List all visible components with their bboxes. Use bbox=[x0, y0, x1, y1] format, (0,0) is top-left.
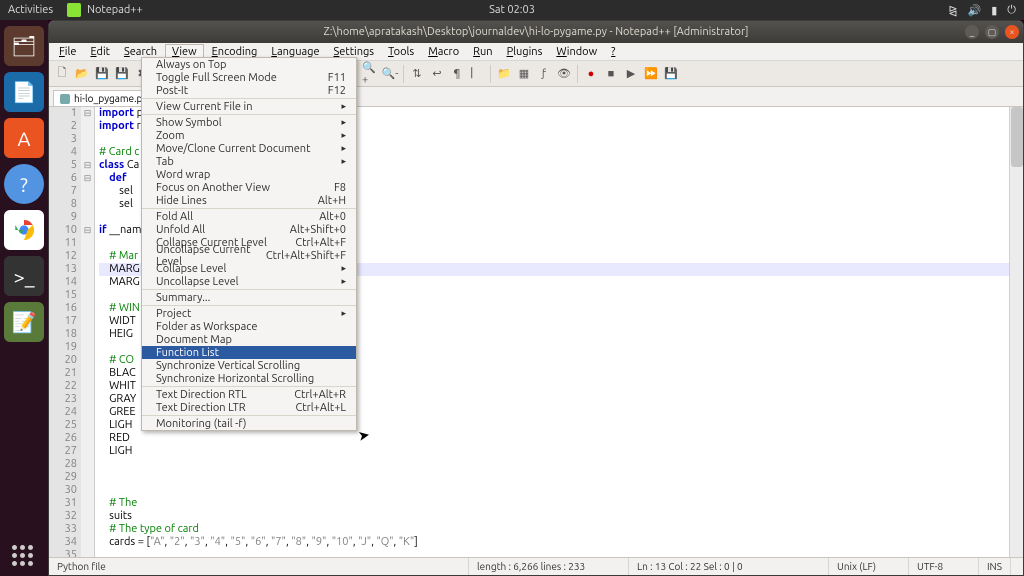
battery-icon[interactable]: ▮ bbox=[991, 4, 997, 17]
save-macro-icon[interactable]: 💾 bbox=[662, 65, 680, 83]
zoom-out-icon[interactable]: 🔍- bbox=[381, 65, 399, 83]
record-macro-icon[interactable]: ● bbox=[582, 65, 600, 83]
scrollbar-thumb[interactable] bbox=[1011, 107, 1023, 167]
launcher-chrome[interactable] bbox=[4, 210, 44, 250]
network-icon[interactable]: ⧎ bbox=[948, 4, 957, 17]
monitor-icon[interactable]: 👁 bbox=[555, 65, 573, 83]
status-eol: Unix (LF) bbox=[829, 558, 909, 575]
gnome-topbar: Activities Notepad++ Sat 02:03 ⧎ 🔊 ▮ ⏻ bbox=[0, 0, 1024, 20]
view-menu-view-current-file-in[interactable]: View Current File in▸ bbox=[142, 100, 356, 113]
power-icon[interactable]: ⏻ bbox=[1007, 4, 1016, 17]
window-title: Z:\home\apratakash\Desktop\journaldev\hi… bbox=[324, 26, 749, 38]
menu-tools[interactable]: Tools bbox=[382, 45, 420, 59]
launcher-software[interactable]: A bbox=[4, 118, 44, 158]
tab-label: hi-lo_pygame.py bbox=[74, 93, 147, 104]
menu-run[interactable]: Run bbox=[467, 45, 498, 59]
status-length: length : 6,266 lines : 233 bbox=[469, 558, 629, 575]
line-gutter: 1234567891011121314151617181920212223242… bbox=[49, 107, 81, 557]
doc-map-icon[interactable]: ▦ bbox=[515, 65, 533, 83]
func-list-icon[interactable]: ƒ bbox=[535, 65, 553, 83]
view-menu-move-clone-current-document[interactable]: Move/Clone Current Document▸ bbox=[142, 142, 356, 155]
view-menu-unfold-all[interactable]: Unfold AllAlt+Shift+0 bbox=[142, 223, 356, 236]
topbar-app-name[interactable]: Notepad++ bbox=[87, 4, 143, 16]
launcher: 🗂 📄 A ? >_ 📝 bbox=[0, 20, 48, 576]
view-menu-always-on-top[interactable]: Always on Top bbox=[142, 58, 356, 71]
folder-workspace-icon[interactable]: 📁 bbox=[495, 65, 513, 83]
maximize-button[interactable]: ▢ bbox=[985, 25, 999, 39]
save-all-icon[interactable]: 💾 bbox=[113, 65, 131, 83]
view-menu-focus-on-another-view[interactable]: Focus on Another ViewF8 bbox=[142, 181, 356, 194]
play-macro-icon[interactable]: ▶ bbox=[622, 65, 640, 83]
view-menu-toggle-full-screen-mode[interactable]: Toggle Full Screen ModeF11 bbox=[142, 71, 356, 84]
view-menu-hide-lines[interactable]: Hide LinesAlt+H bbox=[142, 194, 356, 207]
volume-icon[interactable]: 🔊 bbox=[968, 4, 982, 17]
menu-macro[interactable]: Macro bbox=[422, 45, 465, 59]
launcher-writer[interactable]: 📄 bbox=[4, 72, 44, 112]
view-menu-uncollapse-level[interactable]: Uncollapse Level▸ bbox=[142, 275, 356, 288]
sync-v-icon[interactable]: ⇅ bbox=[408, 65, 426, 83]
view-menu-uncollapse-current-level[interactable]: Uncollapse Current LevelCtrl+Alt+Shift+F bbox=[142, 249, 356, 262]
launcher-help[interactable]: ? bbox=[4, 164, 44, 204]
show-all-chars-icon[interactable]: ¶ bbox=[448, 65, 466, 83]
launcher-notepadpp[interactable]: 📝 bbox=[4, 302, 44, 342]
launcher-terminal[interactable]: >_ bbox=[4, 256, 44, 296]
view-menu-synchronize-horizontal-scrolling[interactable]: Synchronize Horizontal Scrolling bbox=[142, 372, 356, 385]
titlebar[interactable]: Z:\home\apratakash\Desktop\journaldev\hi… bbox=[49, 21, 1023, 43]
save-icon[interactable]: 💾 bbox=[93, 65, 111, 83]
minimize-button[interactable]: _ bbox=[965, 25, 979, 39]
fold-gutter[interactable]: ⊟⊟⊟⊟ bbox=[81, 107, 95, 557]
view-menu-post-it[interactable]: Post-ItF12 bbox=[142, 84, 356, 97]
view-menu-monitoring-tail-f-[interactable]: Monitoring (tail -f) bbox=[142, 417, 356, 430]
stop-macro-icon[interactable]: ■ bbox=[602, 65, 620, 83]
menu-plugins[interactable]: Plugins bbox=[501, 45, 549, 59]
zoom-in-icon[interactable]: 🔍+ bbox=[361, 65, 379, 83]
close-button[interactable]: × bbox=[1005, 25, 1019, 39]
launcher-files[interactable]: 🗂 bbox=[4, 26, 44, 66]
indent-guide-icon[interactable]: ⎸ bbox=[468, 65, 486, 83]
mouse-cursor-icon: ➤ bbox=[357, 426, 372, 445]
menu-file[interactable]: File bbox=[53, 45, 82, 59]
view-menu-summary-[interactable]: Summary... bbox=[142, 291, 356, 304]
statusbar: Python file length : 6,266 lines : 233 L… bbox=[49, 557, 1023, 575]
view-menu-text-direction-ltr[interactable]: Text Direction LTRCtrl+Alt+L bbox=[142, 401, 356, 414]
status-position: Ln : 13 Col : 22 Sel : 0 | 0 bbox=[629, 558, 829, 575]
tab-file-icon bbox=[60, 94, 70, 104]
view-menu-show-symbol[interactable]: Show Symbol▸ bbox=[142, 116, 356, 129]
view-menu-tab[interactable]: Tab▸ bbox=[142, 155, 356, 168]
view-menu-document-map[interactable]: Document Map bbox=[142, 333, 356, 346]
activities-button[interactable]: Activities bbox=[8, 4, 53, 16]
clock[interactable]: Sat 02:03 bbox=[489, 4, 535, 16]
play-multi-icon[interactable]: ⏩ bbox=[642, 65, 660, 83]
view-menu-project[interactable]: Project▸ bbox=[142, 307, 356, 320]
wordwrap-icon[interactable]: ↩ bbox=[428, 65, 446, 83]
view-menu-text-direction-rtl[interactable]: Text Direction RTLCtrl+Alt+R bbox=[142, 388, 356, 401]
notepadpp-appicon bbox=[67, 3, 81, 17]
menu-edit[interactable]: Edit bbox=[84, 45, 116, 59]
view-menu-function-list[interactable]: Function List bbox=[142, 346, 356, 359]
view-menu-folder-as-workspace[interactable]: Folder as Workspace bbox=[142, 320, 356, 333]
view-menu-fold-all[interactable]: Fold AllAlt+0 bbox=[142, 210, 356, 223]
status-encoding: UTF-8 bbox=[909, 558, 979, 575]
launcher-apps-grid[interactable] bbox=[12, 545, 33, 566]
view-menu-word-wrap[interactable]: Word wrap bbox=[142, 168, 356, 181]
vertical-scrollbar[interactable] bbox=[1009, 107, 1023, 557]
view-menu-dropdown: Always on TopToggle Full Screen ModeF11P… bbox=[141, 57, 357, 431]
view-menu-synchronize-vertical-scrolling[interactable]: Synchronize Vertical Scrolling bbox=[142, 359, 356, 372]
view-menu-zoom[interactable]: Zoom▸ bbox=[142, 129, 356, 142]
open-file-icon[interactable]: 📂 bbox=[73, 65, 91, 83]
menu-window[interactable]: Window bbox=[550, 45, 603, 59]
new-file-icon[interactable]: 🗋 bbox=[53, 65, 71, 83]
menu-?[interactable]: ? bbox=[605, 45, 621, 59]
status-filetype: Python file bbox=[49, 558, 469, 575]
status-insert-mode: INS bbox=[979, 558, 1011, 575]
